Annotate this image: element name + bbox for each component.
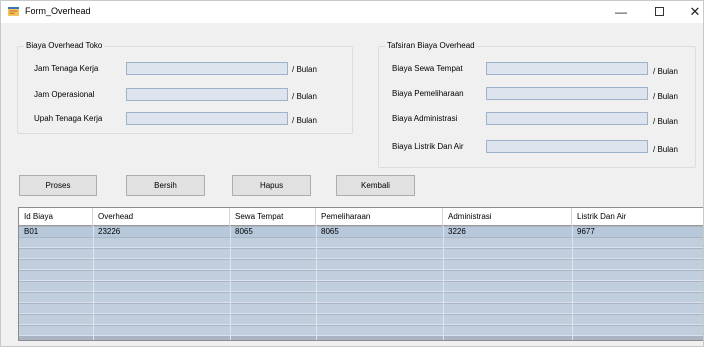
upah-tenaga-kerja-input[interactable] (126, 112, 288, 125)
label-upah-tenaga-kerja: Upah Tenaga Kerja (34, 114, 103, 123)
title-bar[interactable]: Form_Overhead — ✕ (1, 1, 703, 23)
form-overhead-window: Form_Overhead — ✕ Biaya Overhead Toko Ja… (0, 0, 704, 347)
close-button[interactable]: ✕ (677, 1, 703, 23)
empty-table-row[interactable] (19, 282, 703, 292)
group-title-toko: Biaya Overhead Toko (24, 41, 105, 50)
label-biaya-pemeliharaan: Biaya Pemeliharaan (392, 89, 464, 98)
jam-tenaga-kerja-input[interactable] (126, 62, 288, 75)
kembali-button[interactable]: Kembali (336, 175, 415, 196)
column-divider (230, 226, 231, 340)
empty-table-row[interactable] (19, 293, 703, 303)
bersih-button[interactable]: Bersih (126, 175, 205, 196)
label-biaya-sewa-tempat: Biaya Sewa Tempat (392, 64, 463, 73)
biaya-sewa-tempat-input[interactable] (486, 62, 648, 75)
unit-jam-tenaga-kerja: / Bulan (292, 65, 317, 74)
jam-operasional-input[interactable] (126, 88, 288, 101)
cell-id-biaya[interactable]: B01 (19, 227, 38, 237)
table-row[interactable]: B01 23226 8065 8065 3226 9677 (19, 227, 703, 237)
unit-biaya-sewa-tempat: / Bulan (653, 67, 678, 76)
column-divider (316, 226, 317, 340)
unit-biaya-administrasi: / Bulan (653, 117, 678, 126)
window-title: Form_Overhead (25, 6, 91, 16)
biaya-pemeliharaan-input[interactable] (486, 87, 648, 100)
column-header-overhead[interactable]: Overhead (93, 208, 230, 226)
close-icon: ✕ (689, 4, 701, 19)
label-biaya-administrasi: Biaya Administrasi (392, 114, 458, 123)
maximize-button[interactable] (641, 1, 677, 23)
label-jam-tenaga-kerja: Jam Tenaga Kerja (34, 64, 99, 73)
column-divider (443, 226, 444, 340)
cell-listrik-dan-air[interactable]: 9677 (572, 227, 595, 237)
label-jam-operasional: Jam Operasional (34, 90, 95, 99)
group-title-tafsiran: Tafsiran Biaya Overhead (385, 41, 477, 50)
maximize-icon (654, 7, 664, 17)
minimize-button[interactable]: — (603, 1, 639, 23)
minimize-icon: — (615, 5, 627, 19)
unit-jam-operasional: / Bulan (292, 92, 317, 101)
column-header-administrasi[interactable]: Administrasi (443, 208, 572, 226)
hapus-button[interactable]: Hapus (232, 175, 311, 196)
proses-button[interactable]: Proses (19, 175, 97, 196)
biaya-listrik-dan-air-input[interactable] (486, 140, 648, 153)
empty-table-row[interactable] (19, 260, 703, 270)
cell-overhead[interactable]: 23226 (93, 227, 120, 237)
form-app-icon (8, 7, 19, 16)
empty-table-row[interactable] (19, 271, 703, 281)
label-biaya-listrik-dan-air: Biaya Listrik Dan Air (392, 142, 464, 151)
column-header-id-biaya[interactable]: Id Biaya (19, 208, 93, 226)
column-header-pemeliharaan[interactable]: Pemeliharaan (316, 208, 443, 226)
column-divider (572, 226, 573, 340)
cell-administrasi[interactable]: 3226 (443, 227, 466, 237)
unit-biaya-pemeliharaan: / Bulan (653, 92, 678, 101)
column-divider (93, 226, 94, 340)
empty-table-row[interactable] (19, 238, 703, 248)
cell-sewa-tempat[interactable]: 8065 (230, 227, 253, 237)
empty-table-row[interactable] (19, 315, 703, 325)
overhead-data-grid[interactable]: Id Biaya Overhead Sewa Tempat Pemelihara… (18, 207, 703, 341)
empty-table-row[interactable] (19, 249, 703, 259)
unit-biaya-listrik-dan-air: / Bulan (653, 145, 678, 154)
empty-table-row[interactable] (19, 326, 703, 336)
grid-header-row: Id Biaya Overhead Sewa Tempat Pemelihara… (19, 208, 703, 226)
column-header-sewa-tempat[interactable]: Sewa Tempat (230, 208, 316, 226)
column-header-listrik-dan-air[interactable]: Listrik Dan Air (572, 208, 703, 226)
empty-table-row[interactable] (19, 304, 703, 314)
cell-pemeliharaan[interactable]: 8065 (316, 227, 339, 237)
biaya-administrasi-input[interactable] (486, 112, 648, 125)
unit-upah-tenaga-kerja: / Bulan (292, 116, 317, 125)
